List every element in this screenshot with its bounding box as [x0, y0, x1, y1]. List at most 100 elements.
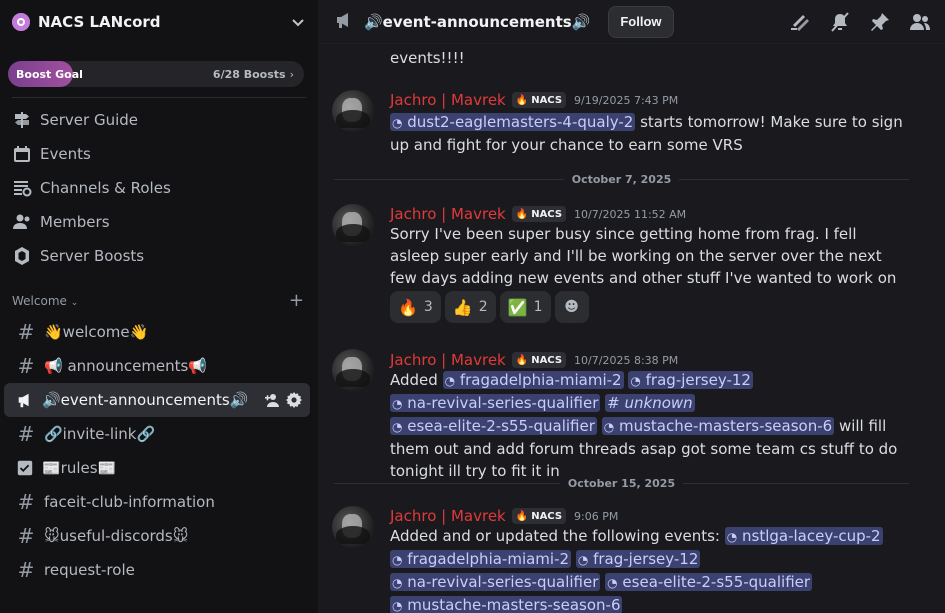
- threads-icon[interactable]: [789, 11, 811, 33]
- message-header: Jachro | Mavrek 🔥 NACS 10/7/2025 8:38 PM: [390, 351, 678, 369]
- message-fragment: events!!!!: [390, 49, 465, 67]
- hash-icon: #: [17, 320, 35, 344]
- server-tag[interactable]: 🔥 NACS: [511, 92, 567, 108]
- add-reaction-button[interactable]: ☻: [554, 291, 589, 323]
- chevron-down-icon[interactable]: [290, 14, 306, 30]
- date-divider: October 15, 2025: [334, 477, 909, 490]
- message-content: Added ◔ fragadelphia-miami-2 ◔ frag-jers…: [390, 371, 898, 480]
- channel-name: 📢 announcements📢: [44, 357, 208, 375]
- nav-server-guide[interactable]: Server Guide: [0, 103, 318, 137]
- notification-muted-icon[interactable]: [829, 11, 851, 33]
- event-mention[interactable]: ◔ na-revival-series-qualifier: [390, 394, 601, 412]
- author-name[interactable]: Jachro | Mavrek: [390, 351, 506, 369]
- timestamp: 9/19/2025 7:43 PM: [574, 93, 679, 107]
- add-member-icon[interactable]: [264, 392, 280, 408]
- message-header: Jachro | Mavrek 🔥 NACS 10/7/2025 11:52 AM: [390, 205, 686, 223]
- channel-welcome[interactable]: # 👋welcome👋: [4, 315, 310, 349]
- nav-label: Server Boosts: [40, 247, 145, 265]
- message-list: events!!!! Jachro | Mavrek 🔥 NACS 9/19/20…: [318, 44, 945, 613]
- nav-events[interactable]: Events: [0, 137, 318, 171]
- avatar[interactable]: [332, 204, 374, 246]
- hash-icon: #: [17, 354, 35, 378]
- event-mention[interactable]: ◔ fragadelphia-miami-2: [390, 550, 572, 568]
- event-mention[interactable]: ◔ mustache-masters-season-6: [601, 417, 835, 435]
- boost-goal-bar[interactable]: Boost Goal 6/28 Boosts ›: [8, 61, 304, 87]
- event-mention[interactable]: ◔ mustache-masters-season-6: [390, 596, 623, 613]
- boost-icon: [15, 247, 29, 265]
- reaction-fire[interactable]: 🔥 3: [390, 291, 441, 323]
- chevron-right-icon: ›: [289, 67, 294, 81]
- boost-count: 6/28 Boosts: [212, 67, 286, 81]
- channel-name: 🔊event-announcements🔊: [42, 391, 249, 409]
- calendar-icon: [14, 146, 30, 162]
- nav-channels-roles[interactable]: Channels & Roles: [0, 171, 318, 205]
- members-list-icon[interactable]: [909, 11, 931, 33]
- add-channel-icon[interactable]: +: [289, 292, 304, 310]
- channels-roles-icon: [14, 181, 32, 197]
- avatar[interactable]: [332, 349, 374, 391]
- timestamp: 9:06 PM: [574, 509, 619, 523]
- server-name: NACS LANcord: [38, 13, 161, 31]
- server-icon: [12, 13, 30, 31]
- channel-event-announcements[interactable]: 🔊event-announcements🔊: [4, 383, 310, 417]
- gear-icon[interactable]: [286, 392, 302, 408]
- message-content: Added and or updated the following event…: [390, 527, 883, 613]
- checklist-icon: [17, 460, 33, 476]
- channel-name: 📰rules📰: [42, 459, 117, 477]
- event-mention[interactable]: ◔ esea-elite-2-s55-qualifier: [605, 573, 813, 591]
- channel-announcements[interactable]: # 📢 announcements📢: [4, 349, 310, 383]
- server-tag[interactable]: 🔥 NACS: [511, 508, 567, 524]
- author-name[interactable]: Jachro | Mavrek: [390, 205, 506, 223]
- chevron-down-icon: ⌄: [70, 298, 79, 308]
- message-content: Sorry I've been super busy since getting…: [390, 225, 897, 287]
- event-icon: ◔: [392, 116, 403, 130]
- channel-request-role[interactable]: # request-role: [4, 553, 310, 587]
- event-mention[interactable]: ◔ frag-jersey-12: [575, 550, 701, 568]
- avatar[interactable]: [332, 506, 374, 548]
- fire-icon: 🔥: [515, 208, 529, 220]
- fire-icon: 🔥: [515, 510, 529, 522]
- server-tag[interactable]: 🔥 NACS: [511, 352, 567, 368]
- category-welcome[interactable]: Welcome ⌄ +: [0, 287, 318, 315]
- fire-icon: 🔥: [515, 94, 529, 106]
- author-name[interactable]: Jachro | Mavrek: [390, 91, 506, 109]
- message-header: Jachro | Mavrek 🔥 NACS 9/19/2025 7:43 PM: [390, 91, 678, 109]
- smiley-icon: ☻: [564, 299, 579, 315]
- avatar[interactable]: [332, 90, 374, 132]
- reaction-check[interactable]: ✅ 1: [499, 291, 551, 323]
- reaction-thumbs-up[interactable]: 👍 2: [444, 291, 496, 323]
- server-tag[interactable]: 🔥 NACS: [511, 206, 567, 222]
- channel-rules[interactable]: 📰rules📰: [4, 451, 310, 485]
- nav-server-boosts[interactable]: Server Boosts: [0, 239, 318, 273]
- nav-members[interactable]: Members: [0, 205, 318, 239]
- channel-useful-discords[interactable]: # 🐭useful-discords🐭: [4, 519, 310, 553]
- reactions-row: 🔥 3 👍 2 ✅ 1 ☻: [390, 291, 589, 323]
- pin-icon[interactable]: [869, 11, 891, 33]
- hash-icon: #: [17, 422, 35, 446]
- event-mention[interactable]: ◔ frag-jersey-12: [628, 371, 753, 389]
- author-name[interactable]: Jachro | Mavrek: [390, 507, 506, 525]
- event-mention[interactable]: ◔ nstlga-lacey-cup-2: [724, 527, 883, 545]
- nav-label: Events: [40, 145, 91, 163]
- channel-faceit-club-information[interactable]: # faceit-club-information: [4, 485, 310, 519]
- nav-label: Channels & Roles: [40, 179, 171, 197]
- event-mention[interactable]: ◔ esea-elite-2-s55-qualifier: [390, 417, 597, 435]
- channel-name: 👋welcome👋: [44, 323, 149, 341]
- hash-icon: #: [17, 558, 35, 582]
- channel-header: 🔊event-announcements🔊 Follow: [318, 0, 945, 44]
- channel-mention[interactable]: # unknown: [605, 394, 695, 412]
- event-mention[interactable]: ◔ na-revival-series-qualifier: [390, 573, 601, 591]
- nav-label: Members: [40, 213, 110, 231]
- event-mention[interactable]: ◔ dust2-eaglemasters-4-qualy-2: [390, 113, 636, 131]
- channel-name: 🔗invite-link🔗: [44, 425, 156, 443]
- fire-icon: 🔥: [515, 354, 529, 366]
- follow-button[interactable]: Follow: [608, 5, 674, 38]
- hash-icon: #: [17, 490, 35, 514]
- date-divider: October 7, 2025: [334, 173, 909, 186]
- nav-label: Server Guide: [40, 111, 139, 129]
- event-mention[interactable]: ◔ fragadelphia-miami-2: [442, 371, 624, 389]
- category-label: Welcome: [12, 294, 67, 308]
- divider: [12, 97, 306, 98]
- server-header[interactable]: NACS LANcord: [0, 0, 318, 44]
- channel-invite-link[interactable]: # 🔗invite-link🔗: [4, 417, 310, 451]
